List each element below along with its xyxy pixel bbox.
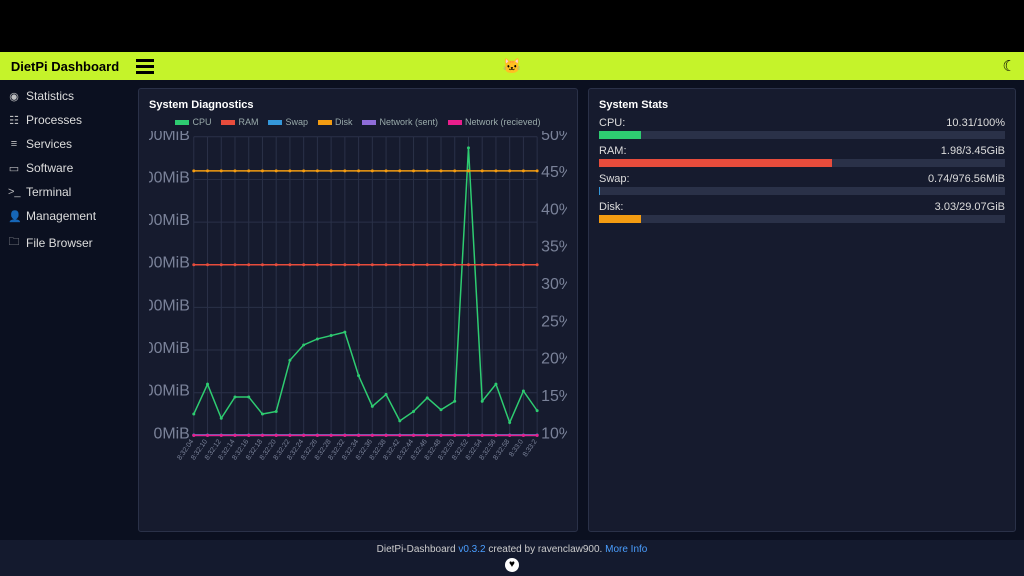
sidebar-icon: ▭ [8,162,20,175]
sidebar-item-label: Services [26,137,72,151]
sidebar-item-terminal[interactable]: >_ Terminal [0,180,130,204]
legend-item[interactable]: Disk [318,117,353,127]
sidebar-item-label: File Browser [26,236,93,250]
sidebar-item-software[interactable]: ▭ Software [0,156,130,180]
svg-text:50%: 50% [541,131,567,144]
card-title: System Diagnostics [149,99,567,111]
footer-created: created by ravenclaw900. [488,544,602,555]
chart-legend: CPU RAM Swap Disk Network (sent) Network (rec… [149,117,567,127]
svg-text:8:33:2: 8:33:2 [522,438,539,458]
svg-text:30%: 30% [541,276,567,293]
topbar: DietPi Dashboard 🐱 ☾ [0,52,1024,80]
footer-project: DietPi-Dashboard [377,544,456,555]
sidebar-item-label: Statistics [26,89,74,103]
svg-text:3500MiB: 3500MiB [149,131,190,144]
sidebar-icon: ≡ [8,138,20,150]
stat-bar [599,159,1005,167]
stat-row-ram: RAM: 1.98/3.45GiB [599,145,1005,167]
diagnostics-chart: 0MiB 500MiB 1000MiB 1500MiB 2000MiB 2500MiB 30… [149,131,567,471]
svg-text:2500MiB: 2500MiB [149,212,190,229]
svg-text:45%: 45% [541,164,567,181]
stat-label: CPU: [599,117,625,129]
legend-item[interactable]: Network (recieved) [448,117,541,127]
sidebar-item-file-browser[interactable]: 🗀 File Browser [0,228,130,257]
system-diagnostics-card: System Diagnostics CPU RAM Swap Disk Network… [138,88,578,532]
svg-text:40%: 40% [541,201,567,218]
svg-text:3000MiB: 3000MiB [149,169,190,186]
svg-text:25%: 25% [541,313,567,330]
theme-toggle-icon[interactable]: ☾ [1003,57,1016,75]
sidebar-item-label: Software [26,161,73,175]
sidebar-item-management[interactable]: 👤 Management [0,204,130,228]
svg-text:2000MiB: 2000MiB [149,255,190,272]
stat-row-cpu: CPU: 10.31/100% [599,117,1005,139]
sidebar-item-services[interactable]: ≡ Services [0,132,130,156]
svg-text:35%: 35% [541,239,567,256]
sidebar: ◉ Statistics ☷ Processes ≡ Services ▭ Software >… [0,80,130,540]
legend-item[interactable]: RAM [221,117,258,127]
svg-text:500MiB: 500MiB [149,383,190,400]
logo-icon: 🐱 [503,57,522,75]
sidebar-icon: >_ [8,186,20,198]
stat-bar [599,131,1005,139]
sidebar-item-statistics[interactable]: ◉ Statistics [0,84,130,108]
stat-value: 1.98/3.45GiB [941,145,1005,157]
svg-text:1000MiB: 1000MiB [149,340,190,357]
stat-label: RAM: [599,145,627,157]
stat-value: 3.03/29.07GiB [935,201,1005,213]
svg-text:20%: 20% [541,351,567,368]
stat-label: Swap: [599,173,630,185]
sidebar-icon: ◉ [8,90,20,103]
sidebar-item-label: Processes [26,113,82,127]
stat-row-disk: Disk: 3.03/29.07GiB [599,201,1005,223]
svg-text:10%: 10% [541,425,567,442]
sidebar-icon: 👤 [8,210,20,223]
brand-title: DietPi Dashboard [0,52,130,80]
menu-toggle-icon[interactable] [136,56,154,77]
footer-more-link[interactable]: More Info [605,544,647,555]
legend-item[interactable]: Network (sent) [362,117,438,127]
footer: DietPi-Dashboard v0.3.2 created by raven… [0,540,1024,576]
stat-value: 10.31/100% [946,117,1005,129]
stat-label: Disk: [599,201,623,213]
stat-bar [599,187,1005,195]
stat-value: 0.74/976.56MiB [928,173,1005,185]
sidebar-icon: 🗀 [8,233,20,252]
stat-row-swap: Swap: 0.74/976.56MiB [599,173,1005,195]
sidebar-item-label: Management [26,209,96,223]
card-title: System Stats [599,99,1005,111]
svg-text:15%: 15% [541,388,567,405]
svg-text:0MiB: 0MiB [154,425,190,442]
github-icon[interactable]: ♥ [505,558,519,572]
legend-item[interactable]: Swap [268,117,308,127]
system-stats-card: System Stats CPU: 10.31/100% RAM: 1.98/3.45… [588,88,1016,532]
sidebar-item-label: Terminal [26,185,71,199]
footer-version: v0.3.2 [458,544,485,555]
sidebar-icon: ☷ [8,114,20,127]
stat-bar [599,215,1005,223]
sidebar-item-processes[interactable]: ☷ Processes [0,108,130,132]
svg-text:1500MiB: 1500MiB [149,297,190,314]
legend-item[interactable]: CPU [175,117,211,127]
